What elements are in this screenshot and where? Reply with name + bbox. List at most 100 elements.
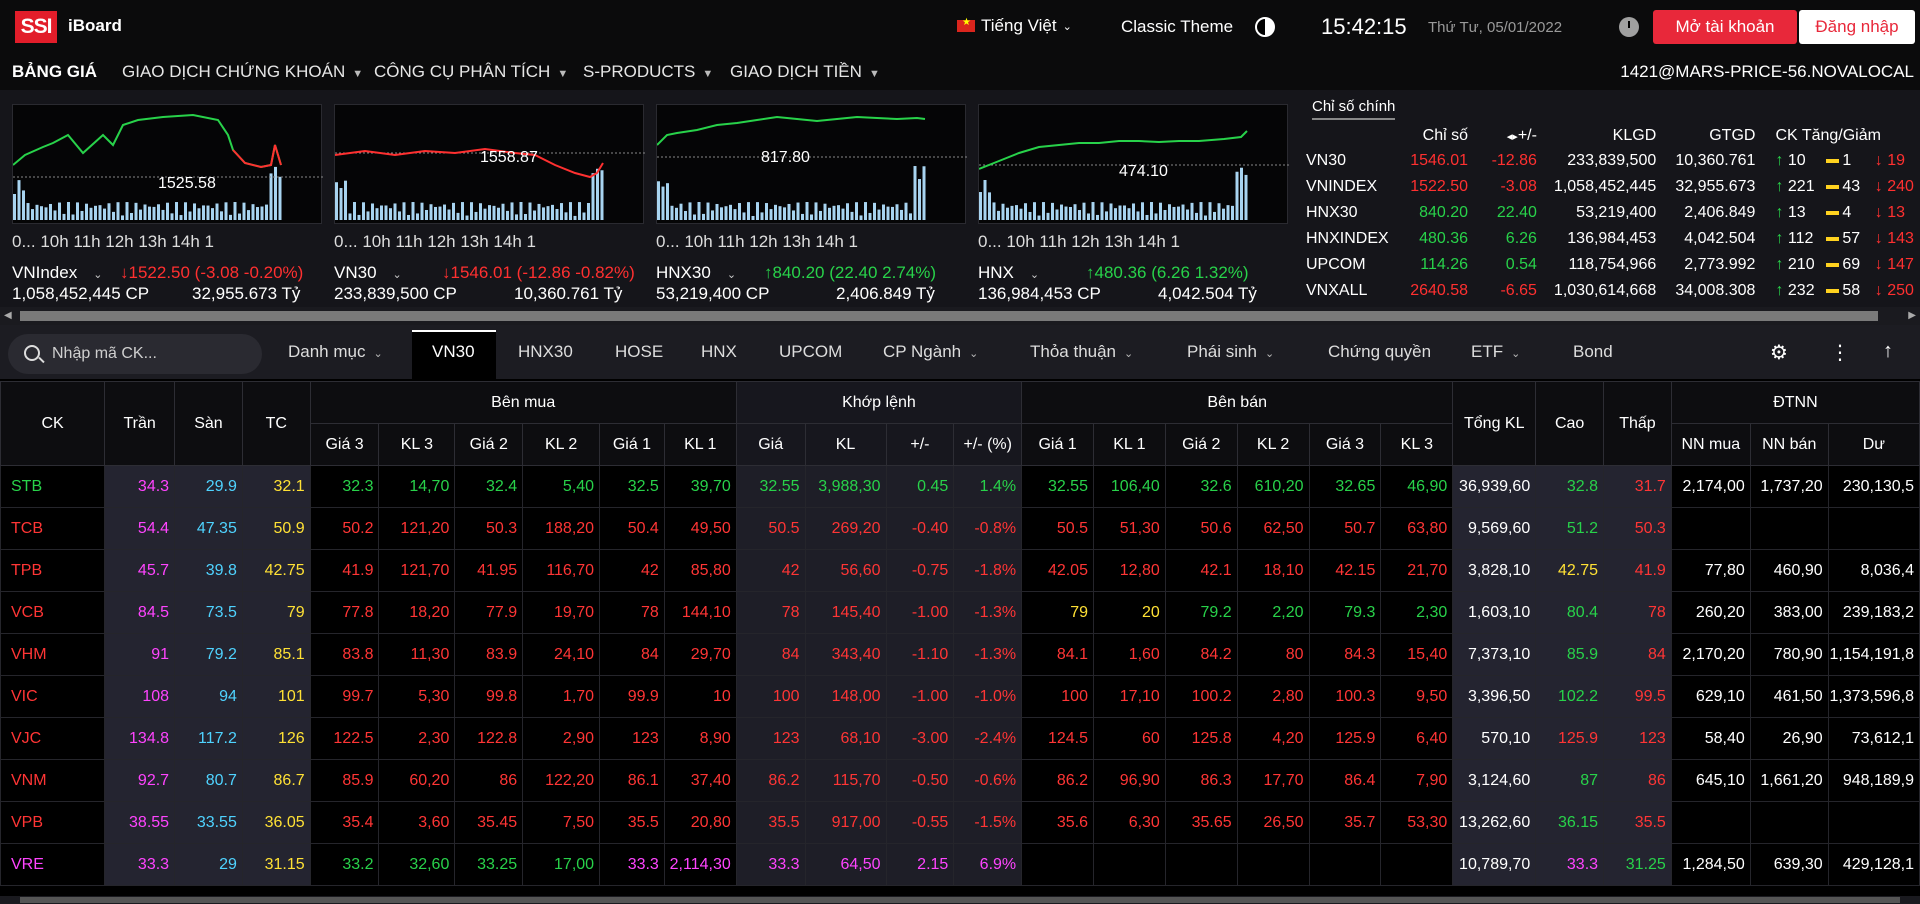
buy-cell[interactable]: 116,70 [522, 549, 601, 592]
buy-cell[interactable]: 121,70 [378, 549, 456, 592]
sell-cell[interactable]: 4,20 [1236, 717, 1310, 760]
sell-cell[interactable]: 86.4 [1308, 759, 1382, 802]
tab-hnx30[interactable]: HNX30 [518, 342, 573, 362]
buy-cell[interactable]: 60,20 [378, 759, 456, 802]
sell-cell[interactable]: 86.2 [1021, 759, 1094, 802]
sell-cell[interactable]: 84.1 [1021, 633, 1094, 676]
symbol-cell[interactable]: VRE [0, 843, 106, 886]
chart-index-name[interactable]: VN30 ⌄ [334, 263, 402, 283]
buy-cell[interactable]: 50.2 [309, 507, 380, 550]
sell-cell[interactable]: 7,90 [1380, 759, 1454, 802]
tab-etf[interactable]: ETF ⌄ [1471, 342, 1520, 362]
tab-phai-sinh[interactable]: Phái sinh ⌄ [1187, 342, 1274, 362]
buy-cell[interactable]: 1,70 [522, 675, 601, 718]
buy-cell[interactable]: 18,20 [378, 591, 456, 634]
buy-cell[interactable]: 122,20 [522, 759, 601, 802]
sell-cell[interactable]: 35.7 [1308, 801, 1382, 844]
menu-item-giao-dich-chung-khoan[interactable]: GIAO DỊCH CHỨNG KHOÁN ▼ [122, 62, 363, 82]
buy-cell[interactable]: 83.9 [454, 633, 524, 676]
sell-cell[interactable]: 100 [1021, 675, 1094, 718]
tab-hnx[interactable]: HNX [701, 342, 737, 362]
buy-cell[interactable]: 20,80 [663, 801, 737, 844]
chart-index-name[interactable]: VNIndex ⌄ [12, 263, 102, 283]
buy-cell[interactable]: 86 [454, 759, 524, 802]
buy-cell[interactable]: 85.9 [309, 759, 380, 802]
sell-cell[interactable]: 15,40 [1380, 633, 1454, 676]
buy-cell[interactable]: 121,20 [378, 507, 456, 550]
symbol-cell[interactable]: VPB [0, 801, 106, 844]
buy-cell[interactable]: 24,10 [522, 633, 601, 676]
sell-cell[interactable]: 35.65 [1164, 801, 1238, 844]
settings-gear-icon[interactable]: ⚙ [1770, 340, 1788, 365]
buy-cell[interactable]: 42 [599, 549, 665, 592]
sell-cell[interactable]: 1,60 [1092, 633, 1166, 676]
sell-cell[interactable]: 125.8 [1164, 717, 1238, 760]
sell-cell[interactable]: 610,20 [1236, 465, 1310, 508]
sell-cell[interactable]: 35.6 [1021, 801, 1094, 844]
symbol-cell[interactable]: STB [0, 465, 106, 508]
chart-index-name[interactable]: HNX ⌄ [978, 263, 1039, 283]
index-row[interactable]: HNX30 840.20 22.40 53,219,400 2,406.849 … [1300, 200, 1920, 226]
buy-cell[interactable]: 33.25 [454, 843, 524, 886]
sell-cell[interactable]: 86.3 [1164, 759, 1238, 802]
sell-cell[interactable]: 9,50 [1380, 675, 1454, 718]
buy-cell[interactable]: 10 [663, 675, 737, 718]
sell-cell[interactable]: 32.6 [1164, 465, 1238, 508]
sell-cell[interactable] [1380, 843, 1454, 886]
scrollbar-thumb[interactable] [20, 897, 1900, 903]
board-row-vic[interactable]: VIC 108 94 101 99.7 5,30 99.8 1,70 99.9 10 100 148,… [0, 675, 1920, 718]
sell-cell[interactable]: 96,90 [1092, 759, 1166, 802]
buy-cell[interactable]: 122.8 [454, 717, 524, 760]
sell-cell[interactable] [1308, 843, 1382, 886]
buy-cell[interactable]: 33.3 [599, 843, 665, 886]
buy-cell[interactable]: 7,50 [522, 801, 601, 844]
sell-cell[interactable]: 32.65 [1308, 465, 1382, 508]
col-ck[interactable]: CK [0, 381, 106, 466]
sell-cell[interactable]: 79.2 [1164, 591, 1238, 634]
buy-cell[interactable]: 35.5 [599, 801, 665, 844]
sell-cell[interactable]: 21,70 [1380, 549, 1454, 592]
chart-index-name[interactable]: HNX30 ⌄ [656, 263, 736, 283]
buy-cell[interactable]: 33.2 [309, 843, 380, 886]
buy-cell[interactable]: 32.4 [454, 465, 524, 508]
buy-cell[interactable]: 5,40 [522, 465, 601, 508]
scrollbar-thumb[interactable] [20, 311, 1878, 321]
sell-cell[interactable]: 2,30 [1380, 591, 1454, 634]
buy-cell[interactable]: 37,40 [663, 759, 737, 802]
board-row-vjc[interactable]: VJC 134.8 117.2 126 122.5 2,30 122.8 2,90 123 8,9… [0, 717, 1920, 760]
buy-cell[interactable]: 8,90 [663, 717, 737, 760]
language-selector[interactable]: Tiếng Việt ⌄ [957, 16, 1072, 36]
buy-cell[interactable]: 78 [599, 591, 665, 634]
buy-cell[interactable]: 35.4 [309, 801, 380, 844]
scroll-top-arrow-icon[interactable]: ↑ [1883, 340, 1893, 363]
sell-cell[interactable]: 50.5 [1021, 507, 1094, 550]
symbol-cell[interactable]: TPB [0, 549, 106, 592]
board-row-vnm[interactable]: VNM 92.7 80.7 86.7 85.9 60,20 86 122,20 86.1 37,4… [0, 759, 1920, 802]
board-row-tcb[interactable]: TCB 54.4 47.35 50.9 50.2 121,20 50.3 188,20 50.4… [0, 507, 1920, 550]
buy-cell[interactable]: 19,70 [522, 591, 601, 634]
tab-hose[interactable]: HOSE [615, 342, 663, 362]
buy-cell[interactable]: 32.5 [599, 465, 665, 508]
tab-bond[interactable]: Bond [1573, 342, 1613, 362]
sell-cell[interactable] [1092, 843, 1166, 886]
sell-cell[interactable]: 2,20 [1236, 591, 1310, 634]
buy-cell[interactable]: 99.9 [599, 675, 665, 718]
buy-cell[interactable]: 83.8 [309, 633, 380, 676]
tab-upcom[interactable]: UPCOM [779, 342, 842, 362]
buy-cell[interactable]: 123 [599, 717, 665, 760]
charts-scrollbar[interactable]: ◀ ▶ [0, 307, 1920, 325]
board-scrollbar[interactable] [0, 896, 1920, 904]
tab-vn30[interactable]: VN30 [432, 342, 475, 362]
buy-cell[interactable]: 3,60 [378, 801, 456, 844]
sell-cell[interactable]: 12,80 [1092, 549, 1166, 592]
symbol-cell[interactable]: VHM [0, 633, 106, 676]
sell-cell[interactable]: 60 [1092, 717, 1166, 760]
symbol-cell[interactable]: TCB [0, 507, 106, 550]
symbol-cell[interactable]: VIC [0, 675, 106, 718]
buy-cell[interactable]: 39,70 [663, 465, 737, 508]
menu-item-s-products[interactable]: S-PRODUCTS ▼ [583, 62, 713, 82]
sell-cell[interactable]: 124.5 [1021, 717, 1094, 760]
buy-cell[interactable]: 77.8 [309, 591, 380, 634]
sell-cell[interactable]: 53,30 [1380, 801, 1454, 844]
sell-cell[interactable]: 51,30 [1092, 507, 1166, 550]
